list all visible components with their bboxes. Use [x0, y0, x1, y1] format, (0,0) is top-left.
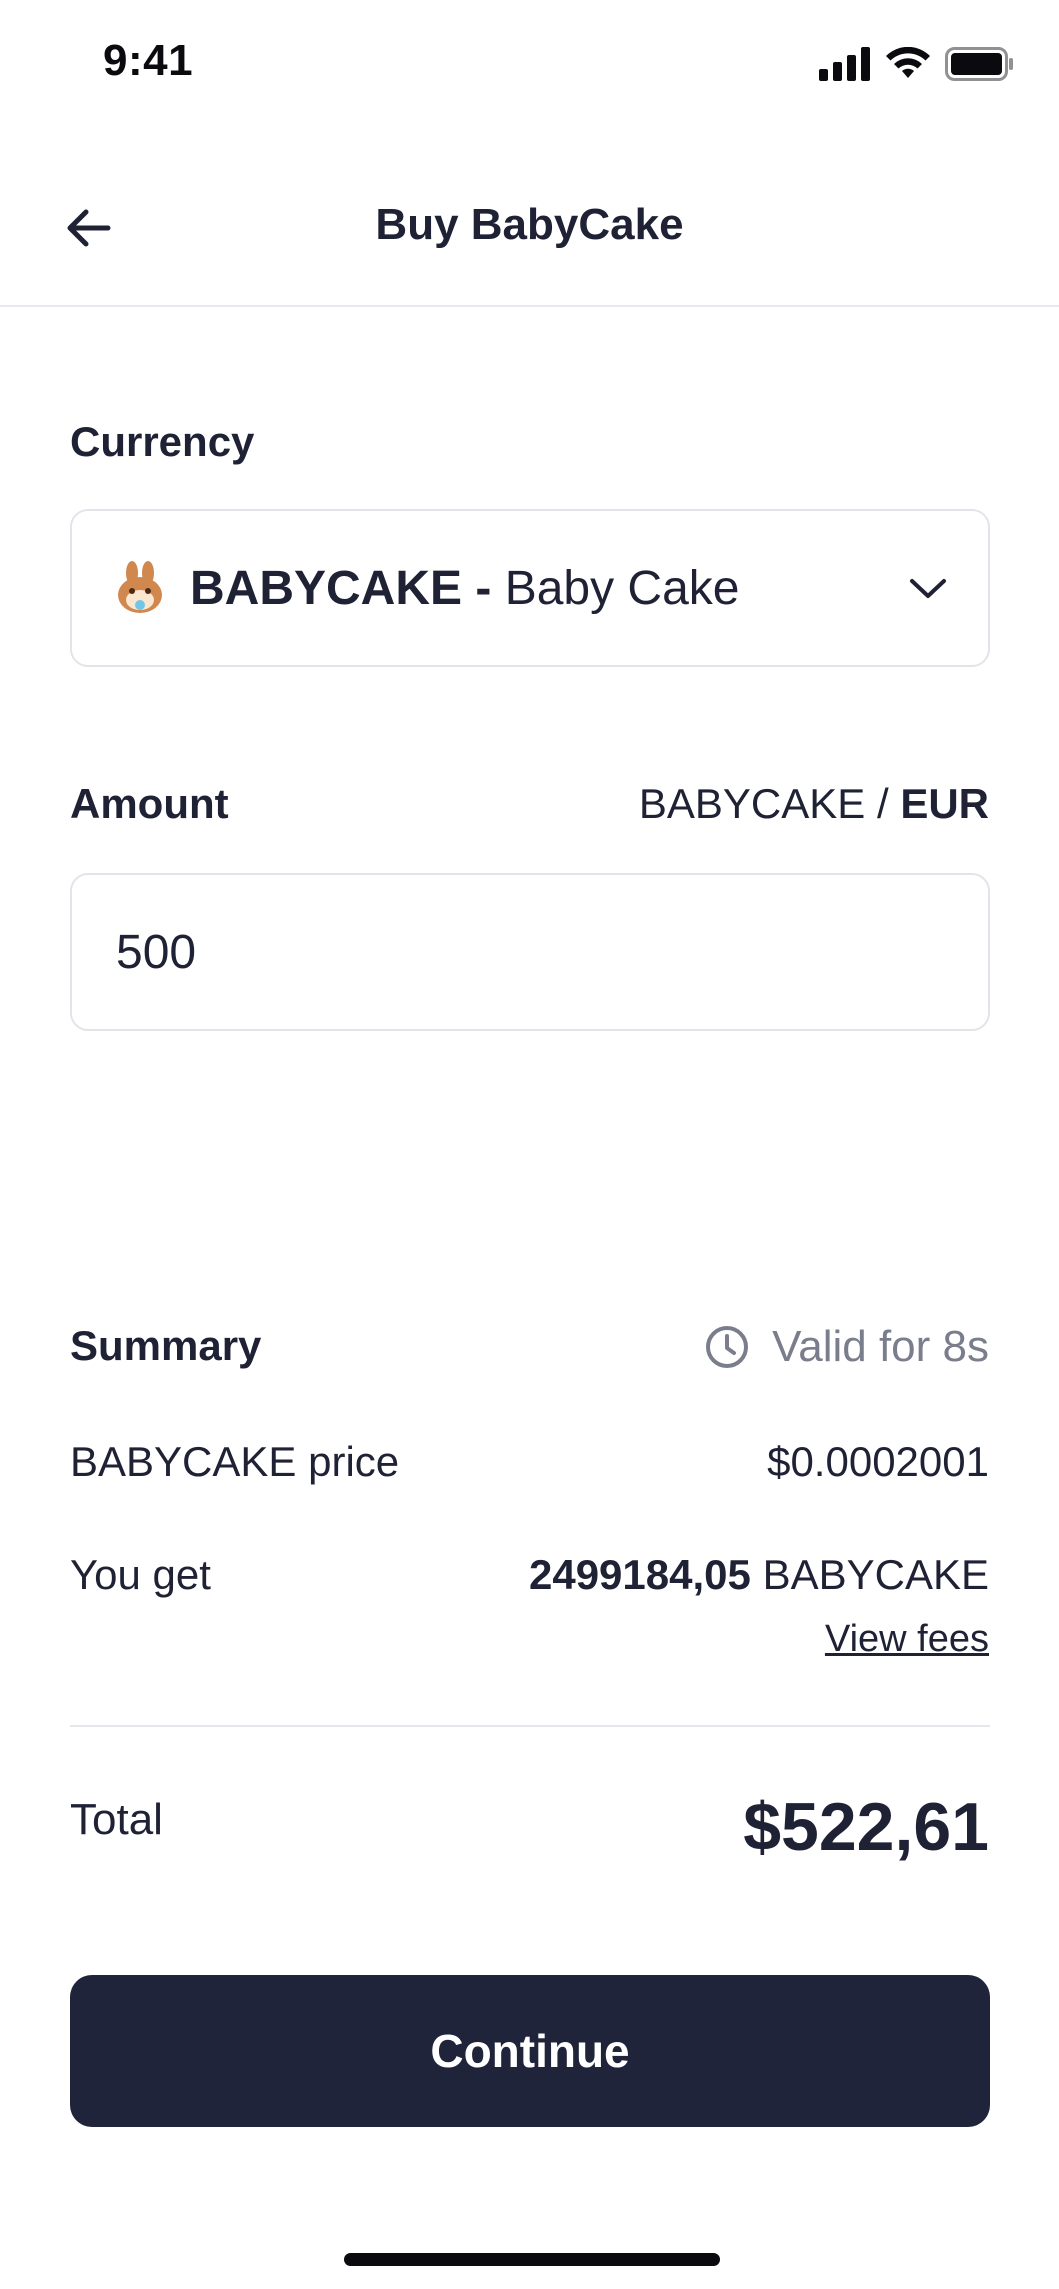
status-time: 9:41 — [103, 36, 194, 85]
continue-button[interactable]: Continue — [70, 1975, 990, 2127]
babycake-coin-icon — [118, 561, 162, 613]
summary-divider — [70, 1725, 990, 1727]
battery-icon — [945, 47, 1013, 81]
currency-name: Baby Cake — [504, 561, 740, 615]
summary-label: Summary — [70, 1322, 262, 1369]
quote-validity: Valid for 8s — [704, 1322, 989, 1372]
you-get-unit: BABYCAKE — [762, 1551, 989, 1598]
currency-symbol: BABYCAKE - — [190, 561, 492, 615]
home-indicator — [344, 2253, 720, 2266]
cellular-signal-icon — [819, 47, 870, 81]
wifi-icon — [886, 47, 930, 78]
clock-icon — [706, 1326, 749, 1368]
view-fees-link[interactable]: View fees — [825, 1618, 989, 1661]
header-divider — [0, 305, 1059, 307]
currency-select[interactable]: BABYCAKE - Baby Cake — [70, 509, 990, 667]
unit-toggle[interactable]: BABYCAKE / EUR — [639, 780, 989, 828]
price-label: BABYCAKE price — [70, 1438, 400, 1485]
total-value: $522,61 — [743, 1789, 989, 1865]
status-icons — [819, 44, 1015, 84]
you-get-amount: 2499184,05 — [528, 1551, 751, 1598]
amount-label: Amount — [70, 780, 229, 827]
currency-select-text: BABYCAKE - Baby Cake — [190, 561, 739, 616]
chevron-down-icon — [910, 579, 946, 598]
valid-text: Valid for 8s — [772, 1322, 989, 1371]
price-value: $0.0002001 — [767, 1438, 989, 1485]
you-get-label: You get — [70, 1551, 211, 1598]
amount-input[interactable] — [70, 873, 990, 1031]
unit-primary: BABYCAKE / — [638, 780, 889, 827]
total-label: Total — [70, 1795, 163, 1844]
currency-label: Currency — [70, 418, 255, 465]
you-get-value: 2499184,05 BABYCAKE — [529, 1551, 989, 1599]
page-title: Buy BabyCake — [375, 200, 684, 249]
unit-secondary: EUR — [900, 780, 989, 827]
